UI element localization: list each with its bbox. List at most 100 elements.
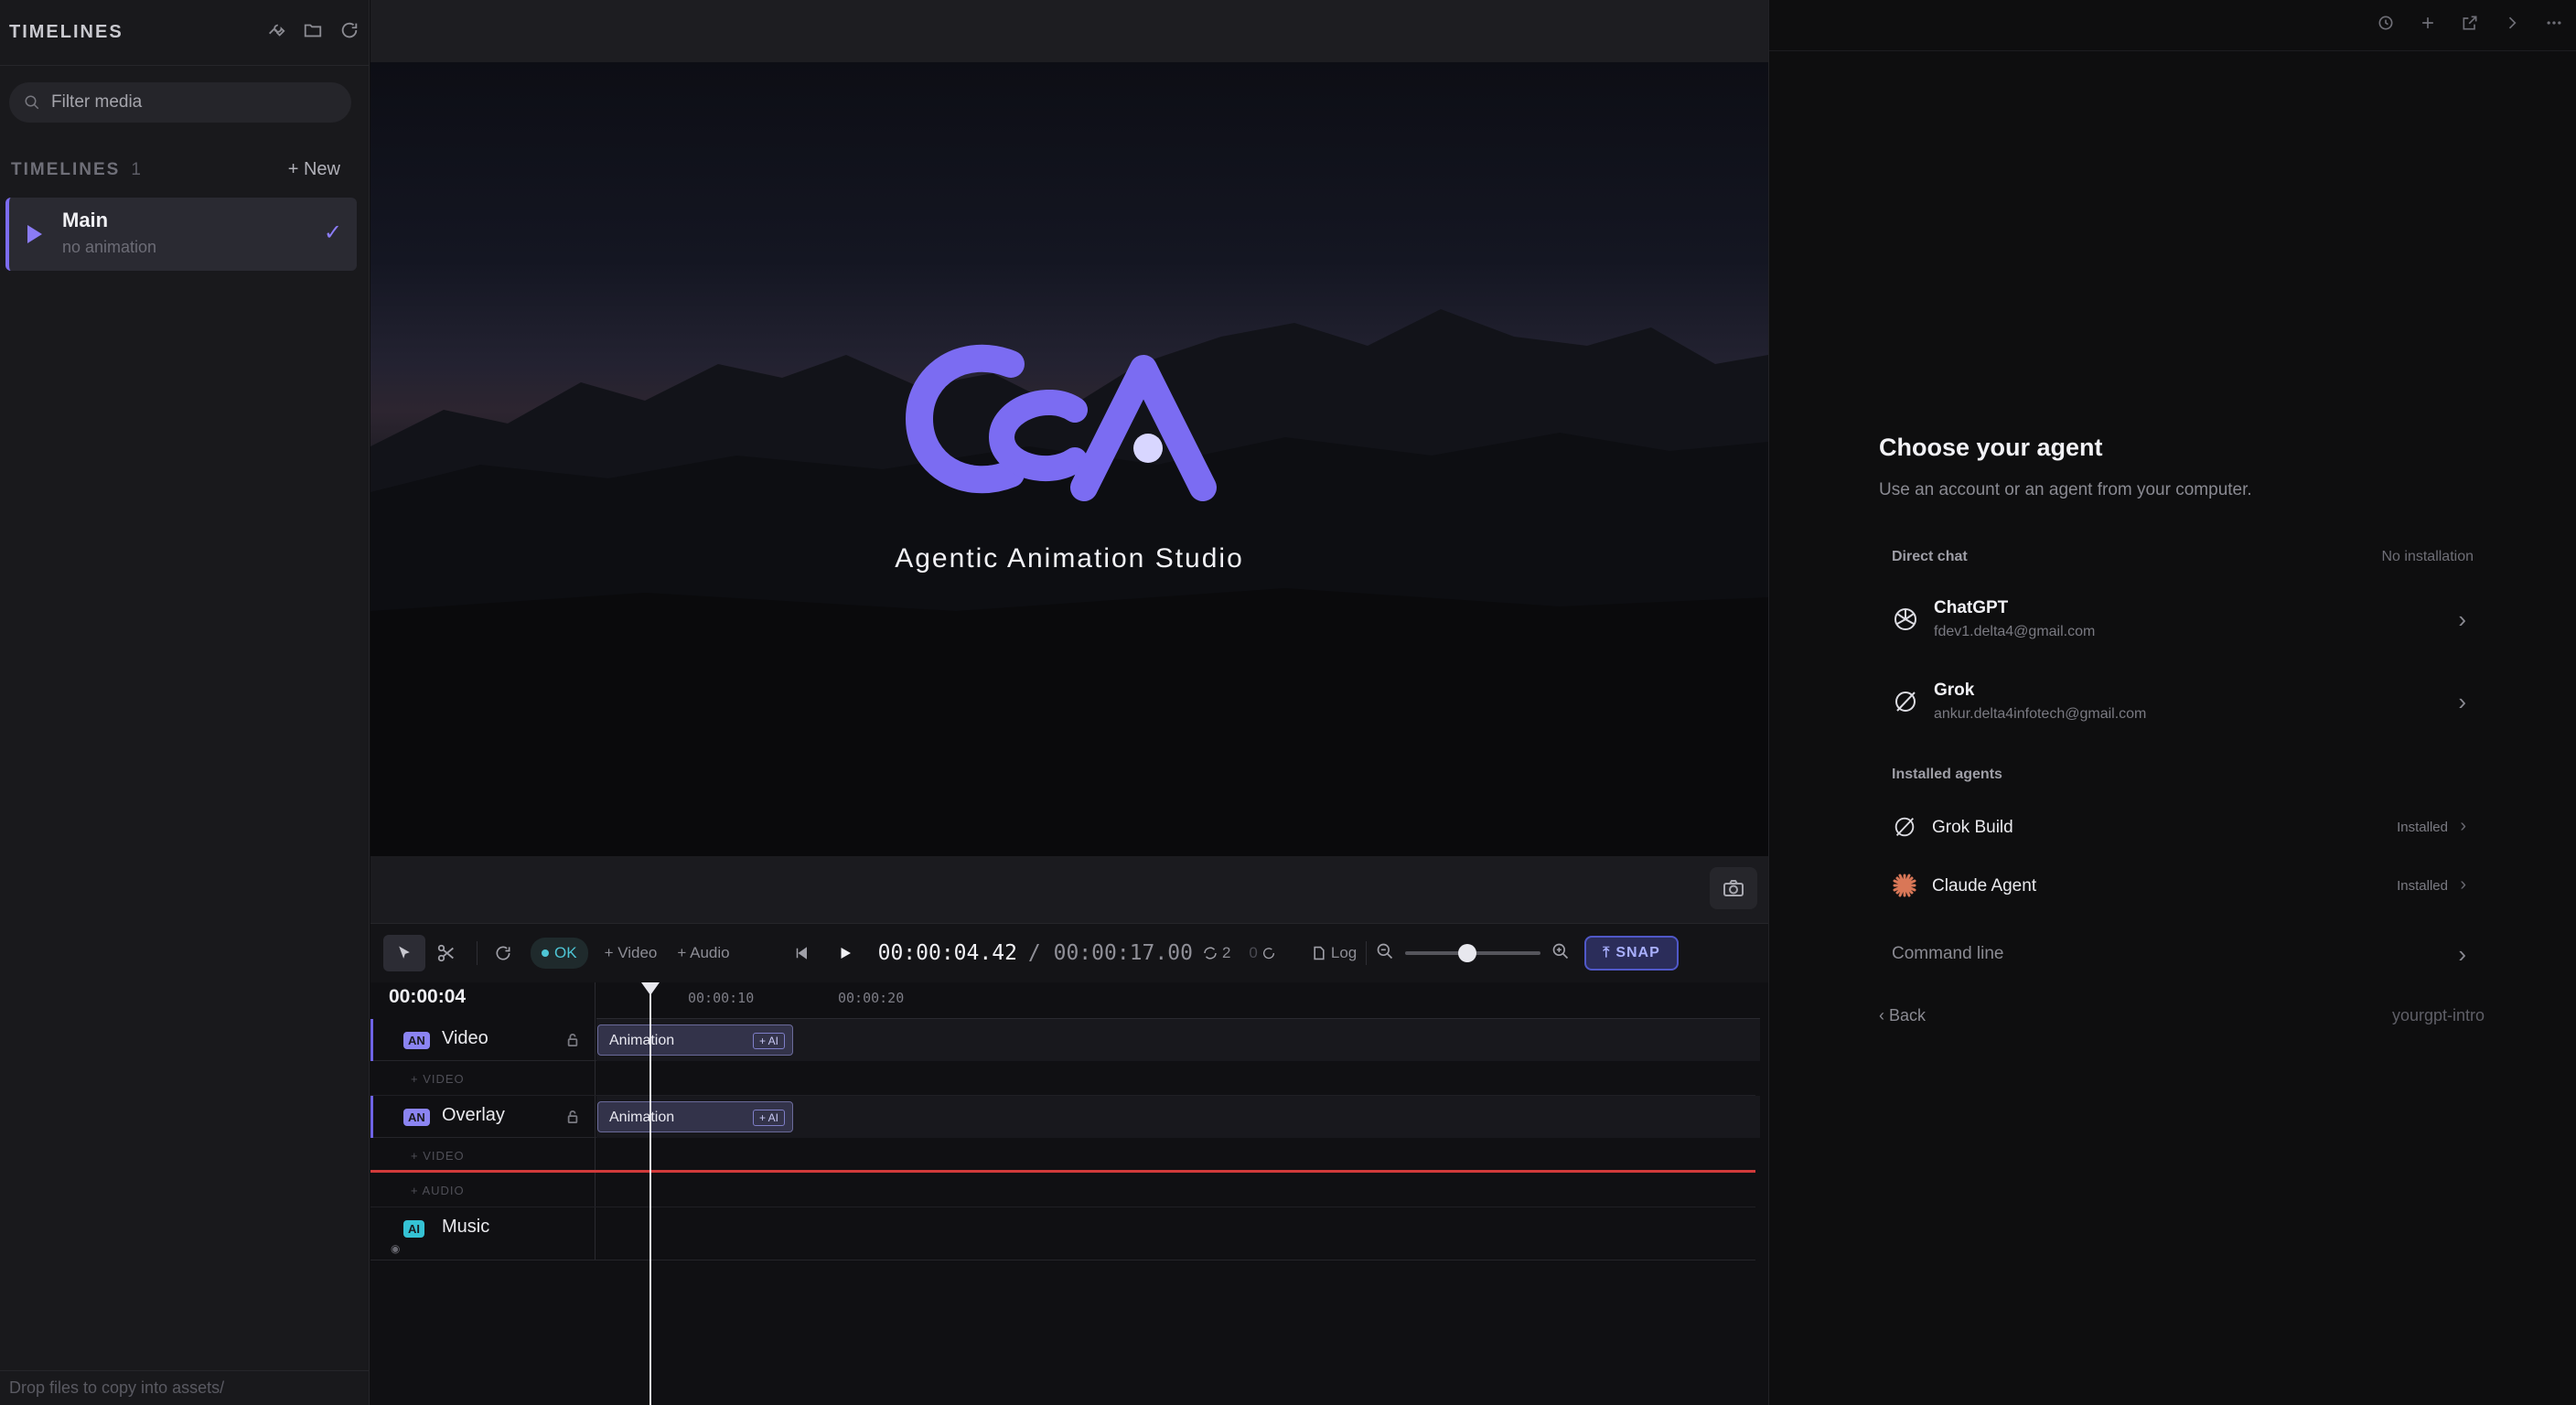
clip-ai-tag[interactable]: + AI [752,1110,785,1126]
loop-button[interactable]: 2 [1202,935,1230,971]
timeline-item-subtitle: no animation [62,238,157,256]
snapshot-button[interactable] [1710,867,1757,909]
agent-row-chatgpt[interactable]: ChatGPT fdev1.delta4@gmail.com › [1892,589,2475,653]
sidebar-title: TIMELINES [9,22,123,42]
snap-label: SNAP [1615,945,1660,960]
new-timeline-button[interactable]: + New [288,159,340,180]
track-accent [370,1096,373,1138]
search-field[interactable] [9,82,351,123]
agent-chooser: Choose your agent Use an account or an a… [1879,434,2483,500]
toolbar-divider [1366,941,1368,965]
refresh-icon[interactable] [339,20,360,45]
preview-bar [370,856,1768,924]
agent-row-grok[interactable]: Grok ankur.delta4infotech@gmail.com › [1892,671,2475,735]
redo-button[interactable]: 0 [1249,935,1275,971]
lock-icon[interactable] [566,1034,579,1046]
add-video-button[interactable]: + Video [605,935,658,971]
clip-ai-tag[interactable]: + AI [752,1033,785,1049]
agent-email: ankur.delta4infotech@gmail.com [1934,706,2147,722]
timeline-item-main[interactable]: Main no animation ✓ [5,198,357,271]
install-status: Installed [2397,820,2448,835]
cut-tool-button[interactable] [425,935,467,971]
ruler-mark: 00:00:20 [838,990,905,1006]
camera-icon [1723,880,1744,896]
preview-header [370,0,1768,62]
animation-clip[interactable]: Animation + AI [597,1024,793,1056]
cursor-icon [399,946,410,959]
no-installation-label: No installation [2381,549,2474,564]
command-line-row[interactable]: Command line › [1892,940,2475,975]
lock-icon[interactable] [566,1110,579,1123]
status-badge: OK [531,938,588,969]
back-button[interactable]: ‹ Back [1879,1006,1926,1025]
external-link-icon[interactable] [2461,14,2479,37]
agent-panel-toolbar [1769,0,2576,51]
grok-icon [1892,688,1919,715]
studio-title: Agentic Animation Studio [895,543,1244,574]
history-icon[interactable] [2377,14,2395,37]
toolbar-divider [477,941,478,965]
add-video-row[interactable]: + VIDEO [370,1138,1755,1173]
total-time: / 00:00:17.00 [1027,941,1193,965]
folder-icon[interactable] [303,20,323,45]
skip-back-button[interactable] [785,935,818,971]
refresh-icon [496,946,510,960]
chevron-right-icon: › [2458,606,2466,633]
plus-icon[interactable] [2419,14,2437,37]
video-preview[interactable]: Agentic Animation Studio [370,62,1768,856]
select-tool-button[interactable] [383,935,425,971]
command-line-label: Command line [1892,944,2004,963]
timelines-count: 1 [131,159,141,179]
play-icon [841,948,851,959]
install-status: Installed [2397,878,2448,894]
more-icon[interactable] [2545,14,2563,37]
current-time: 00:00:04.42 [877,941,1017,965]
clip-name: Animation [609,1033,675,1048]
agent-row-claude[interactable]: Claude Agent Installed › [1892,863,2475,909]
agent-panel: Choose your agent Use an account or an a… [1768,0,2576,1405]
zoom-slider[interactable] [1405,944,1541,962]
track-accent [370,1019,373,1061]
play-button[interactable] [829,935,862,971]
repo-name: yourgpt-intro [2391,1006,2485,1024]
timeline-panel: 00:00:04 00:00:10 00:00:20 AN Video Anim… [370,982,1768,1405]
claude-icon [1892,873,1917,898]
log-button[interactable]: Log [1313,935,1357,971]
add-video-row[interactable]: + VIDEO [370,1061,1755,1096]
chevron-right-icon: › [2460,816,2466,836]
zoom-slider-knob[interactable] [1458,944,1477,962]
agent-email: fdev1.delta4@gmail.com [1934,624,2096,639]
clip-name: Animation [609,1110,675,1125]
media-sidebar: TIMELINES TIMELINES 1 + New Main no anim… [0,0,370,1405]
search-input[interactable] [51,92,326,113]
time-ruler[interactable]: 00:00:10 00:00:20 [596,982,1760,1019]
zoom-out-icon[interactable] [1376,942,1394,965]
loop-count: 2 [1221,944,1231,961]
agent-name: Grok [1934,681,1975,700]
add-audio-row[interactable]: + AUDIO [370,1173,1755,1207]
animation-clip[interactable]: Animation + AI [597,1101,793,1132]
agent-subtitle: Use an account or an agent from your com… [1879,480,2252,499]
visibility-icon[interactable]: ◉ [391,1242,400,1255]
wrench-icon[interactable] [266,20,286,45]
zoom-in-icon[interactable] [1551,942,1570,965]
redo-icon [1262,948,1274,960]
document-icon [1314,946,1325,960]
chevron-right-icon: › [2458,940,2466,968]
check-icon: ✓ [323,220,342,245]
timelines-section-header: TIMELINES 1 + New [11,159,340,180]
chevron-right-icon[interactable] [2503,14,2521,37]
add-audio-button[interactable]: + Audio [677,935,729,971]
redo-count: 0 [1249,944,1258,961]
playhead-handle[interactable] [641,982,660,995]
snap-toggle[interactable]: ⤒ SNAP [1584,936,1679,971]
chevron-right-icon: › [2458,688,2466,715]
agent-row-grok-build[interactable]: Grok Build Installed › [1892,805,2475,851]
track-music[interactable]: AI Music ◉ [370,1207,1755,1260]
installed-agents-label: Installed agents [1892,767,2002,782]
playhead[interactable] [641,982,660,1405]
agent-name: Claude Agent [1932,876,2037,896]
loop-icon [1204,947,1217,960]
grok-icon [1892,814,1917,840]
refresh-button[interactable] [487,935,520,971]
